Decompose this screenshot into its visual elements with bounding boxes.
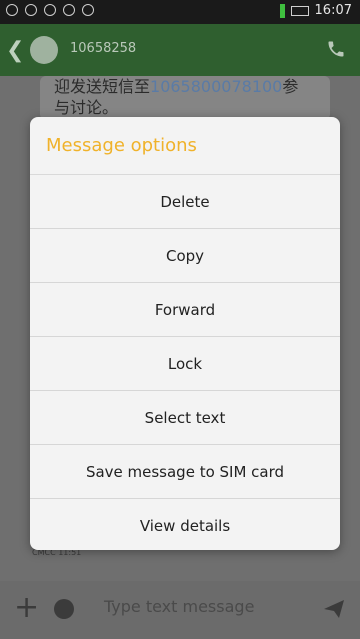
option-copy[interactable]: Copy	[30, 229, 340, 283]
option-view-details[interactable]: View details	[30, 499, 340, 553]
back-arrow-icon[interactable]: ❮	[6, 38, 24, 63]
message-link[interactable]: 1065800078100	[150, 77, 282, 96]
status-icons-right: 16:07	[279, 3, 352, 18]
message-bubble[interactable]: 迎发送短信至1065800078100参 与讨论。	[40, 76, 330, 120]
emoji-icon[interactable]	[54, 599, 74, 619]
option-forward[interactable]: Forward	[30, 283, 340, 337]
message-text-line2: 与讨论。	[54, 98, 119, 117]
phone-icon[interactable]	[326, 39, 346, 59]
plus-icon[interactable]: +	[14, 593, 39, 623]
status-bar: 16:07	[0, 0, 360, 24]
message-input[interactable]: Type text message	[104, 597, 254, 616]
status-icons-left	[6, 4, 94, 16]
notification-icon	[63, 4, 75, 16]
status-time: 16:07	[314, 3, 352, 18]
conversation-header: ❮ 10658258	[0, 24, 360, 76]
notification-icon	[82, 4, 94, 16]
message-text-prefix: 迎发送短信至	[54, 77, 151, 96]
notification-icon	[6, 4, 18, 16]
option-save-to-sim[interactable]: Save message to SIM card	[30, 445, 340, 499]
composer-bar: + Type text message	[0, 581, 360, 639]
notification-icon	[25, 4, 37, 16]
message-text: 迎发送短信至1065800078100参 与讨论。	[54, 76, 298, 118]
options-list: Delete Copy Forward Lock Select text Sav…	[30, 175, 340, 553]
dialog-title: Message options	[46, 135, 197, 156]
notification-icon	[44, 4, 56, 16]
signal-icon	[279, 3, 285, 18]
message-text-suffix: 参	[282, 77, 299, 96]
option-select-text[interactable]: Select text	[30, 391, 340, 445]
option-delete[interactable]: Delete	[30, 175, 340, 229]
message-options-dialog: Message options Delete Copy Forward Lock…	[30, 117, 340, 550]
battery-icon	[290, 5, 309, 16]
contact-number: 10658258	[70, 41, 137, 56]
send-icon[interactable]	[322, 597, 346, 621]
option-lock[interactable]: Lock	[30, 337, 340, 391]
avatar[interactable]	[30, 36, 58, 64]
